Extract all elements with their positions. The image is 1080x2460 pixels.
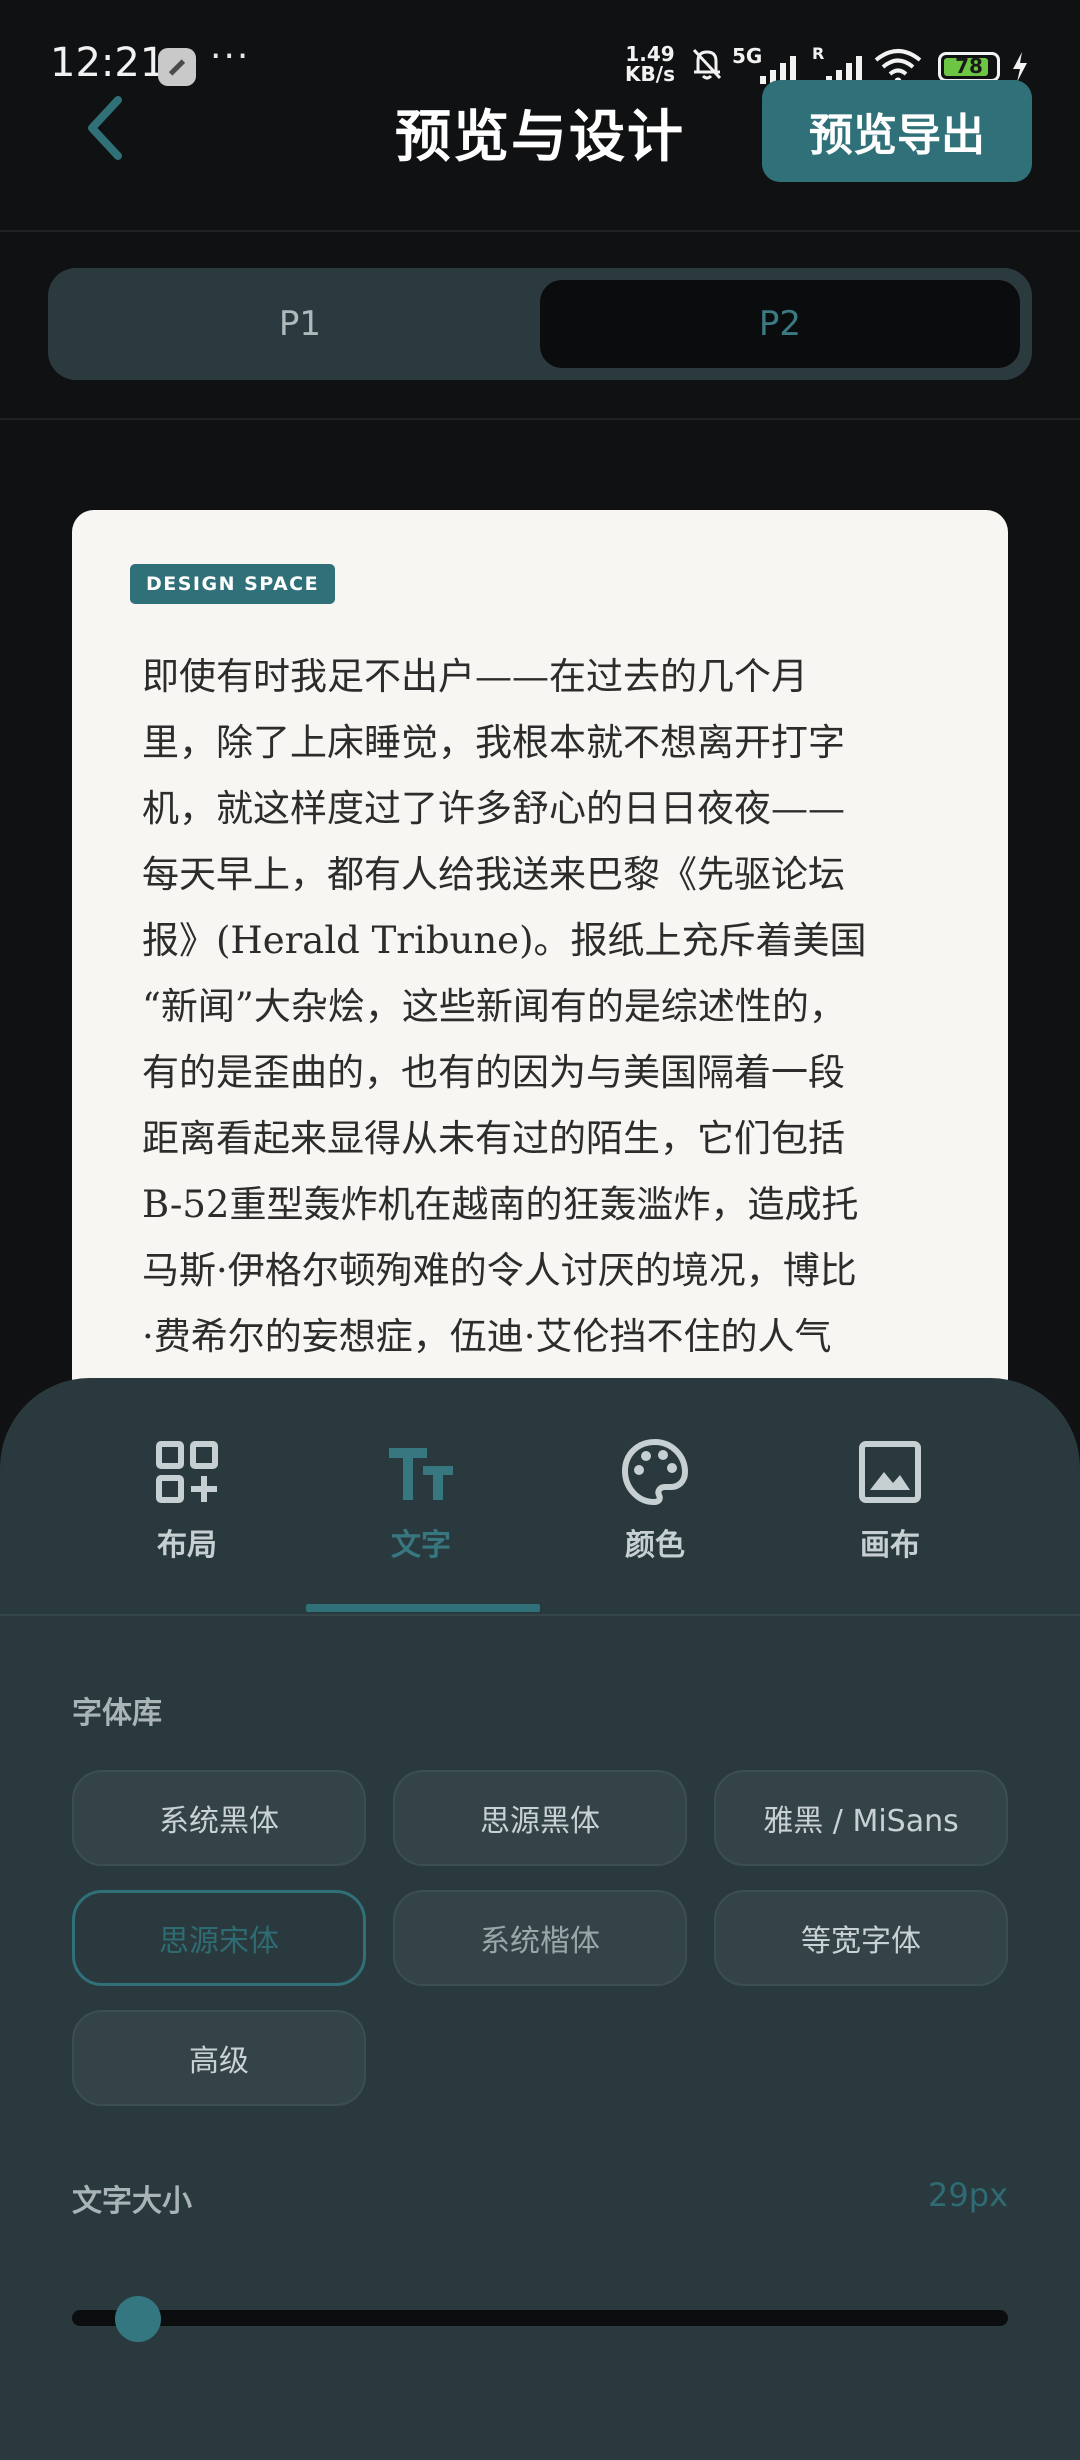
- active-tab-indicator: [306, 1604, 540, 1612]
- preview-text: 即使有时我足不出户——在过去的几个月 里，除了上床睡觉，我根本就不想离开打字 机…: [142, 644, 942, 1370]
- network-speed-value: 1.49: [625, 42, 675, 66]
- preview-line: 报》(Herald Tribune)。报纸上充斥着美国: [142, 919, 867, 962]
- tab-text-label: 文字: [391, 1528, 451, 1563]
- font-option-system-sans[interactable]: 系统黑体: [72, 1770, 366, 1866]
- font-size-slider[interactable]: [72, 2310, 1008, 2326]
- font-option-yahei-misans[interactable]: 雅黑 / MiSans: [714, 1770, 1008, 1866]
- layout-grid-icon: [156, 1441, 218, 1503]
- tab-layout-label: 布局: [157, 1528, 217, 1563]
- tab-p1[interactable]: P1: [60, 280, 540, 368]
- preview-line: 有的是歪曲的，也有的因为与美国隔着一段: [142, 1051, 845, 1094]
- font-option-source-han-sans[interactable]: 思源黑体: [393, 1770, 687, 1866]
- text-format-icon: [389, 1448, 453, 1500]
- tab-color-label: 颜色: [625, 1528, 685, 1563]
- page-switcher: P1 P2: [48, 268, 1032, 380]
- wrench-app-icon: [158, 48, 196, 86]
- bell-muted-icon: [692, 48, 722, 80]
- network-speed: 1.49 KB/s: [620, 44, 680, 84]
- font-size-label: 文字大小: [72, 2184, 192, 2219]
- preview-card[interactable]: DESIGN SPACE 即使有时我足不出户——在过去的几个月 里，除了上床睡觉…: [72, 510, 1008, 1410]
- font-library-label: 字体库: [72, 1696, 162, 1731]
- battery-level: 78: [955, 54, 983, 78]
- tab-canvas-label: 画布: [860, 1528, 920, 1563]
- preview-line: 即使有时我足不出户——在过去的几个月: [142, 655, 808, 698]
- font-option-monospace[interactable]: 等宽字体: [714, 1890, 1008, 1986]
- more-notifications-icon: ···: [210, 36, 251, 77]
- tabs-divider: [0, 1614, 1080, 1616]
- preview-line: 里，除了上床睡觉，我根本就不想离开打字: [142, 721, 845, 764]
- status-time: 12:21: [50, 40, 166, 86]
- font-option-advanced[interactable]: 高级: [72, 2010, 366, 2106]
- font-option-system-kai[interactable]: 系统楷体: [393, 1890, 687, 1986]
- tab-p2[interactable]: P2: [540, 280, 1020, 368]
- switch-divider: [0, 418, 1080, 420]
- battery-icon: 78: [938, 52, 1000, 82]
- tab-layout[interactable]: 布局: [97, 1438, 277, 1588]
- preview-line: 马斯·伊格尔顿殉难的令人讨厌的境况，博比: [142, 1249, 857, 1292]
- design-panel: 布局 文字 颜色 画布 字体库 系统黑体 思源黑体 雅黑 / MiSans 思源…: [0, 1378, 1080, 2460]
- preview-line: “新闻”大杂烩，这些新闻有的是综述性的，: [142, 985, 846, 1028]
- font-size-slider-thumb[interactable]: [114, 2296, 161, 2342]
- preview-line: 距离看起来显得从未有过的陌生，它们包括: [142, 1117, 845, 1160]
- font-option-source-han-serif[interactable]: 思源宋体: [72, 1890, 366, 1986]
- network-speed-unit: KB/s: [625, 62, 675, 86]
- palette-icon: [621, 1438, 689, 1506]
- header-divider: [0, 230, 1080, 232]
- preview-line: 每天早上，都有人给我送来巴黎《先驱论坛: [142, 853, 845, 896]
- image-icon: [859, 1441, 921, 1503]
- preview-line: B-52重型轰炸机在越南的狂轰滥炸，造成托: [142, 1183, 859, 1226]
- tab-color[interactable]: 颜色: [565, 1438, 745, 1588]
- preview-line: 机，就这样度过了许多舒心的日日夜夜——: [142, 787, 845, 830]
- tab-canvas[interactable]: 画布: [800, 1438, 980, 1588]
- font-size-value: 29px: [928, 2176, 1008, 2214]
- preview-line: ·费希尔的妄想症，伍迪·艾伦挡不住的人气: [142, 1315, 832, 1358]
- tab-text[interactable]: 文字: [331, 1438, 511, 1588]
- charging-bolt-icon: [1013, 52, 1027, 82]
- design-space-badge: DESIGN SPACE: [130, 564, 336, 604]
- preview-export-button[interactable]: 预览导出: [762, 80, 1032, 182]
